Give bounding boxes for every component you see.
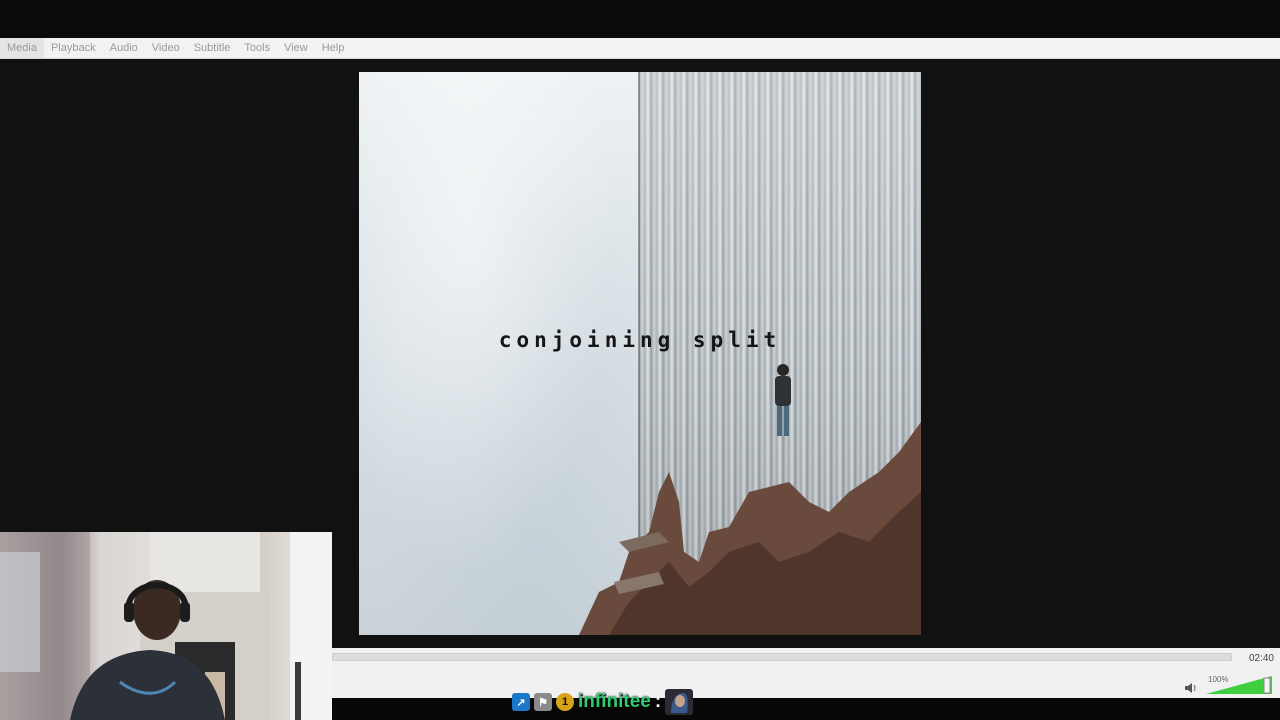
menu-view[interactable]: View xyxy=(277,38,315,58)
menu-audio[interactable]: Audio xyxy=(103,38,145,58)
bottom-strip xyxy=(332,698,1280,720)
cover-title: conjoining split xyxy=(498,328,782,352)
time-display: 02:40 xyxy=(1248,653,1274,664)
volume-slider[interactable] xyxy=(1206,676,1272,694)
cover-person xyxy=(775,364,791,436)
album-cover: conjoining split xyxy=(359,72,921,635)
flag-badge-icon: ⚑ xyxy=(534,693,552,711)
player-controls: 02:40 100% xyxy=(332,648,1280,698)
menu-media[interactable]: Media xyxy=(0,38,44,58)
window-top-bar xyxy=(0,0,1280,38)
seek-bar[interactable] xyxy=(332,653,1232,661)
menu-subtitle[interactable]: Subtitle xyxy=(187,38,238,58)
webcam-scene xyxy=(0,532,332,720)
chat-username[interactable]: infinitee xyxy=(578,691,651,713)
menu-tools[interactable]: Tools xyxy=(237,38,277,58)
chat-message: ↗ ⚑ 1 infinitee : xyxy=(512,689,694,715)
menu-bar: Media Playback Audio Video Subtitle Tool… xyxy=(0,38,1280,59)
arrow-badge-icon: ↗ xyxy=(512,693,530,711)
cover-rocks xyxy=(579,422,921,635)
emote-icon xyxy=(665,689,694,715)
webcam-overlay xyxy=(0,532,332,720)
chat-separator: : xyxy=(654,691,662,712)
gold-badge-icon: 1 xyxy=(556,693,574,711)
menu-help[interactable]: Help xyxy=(315,38,352,58)
speaker-icon[interactable] xyxy=(1184,682,1198,694)
menu-video[interactable]: Video xyxy=(145,38,187,58)
menu-playback[interactable]: Playback xyxy=(44,38,103,58)
